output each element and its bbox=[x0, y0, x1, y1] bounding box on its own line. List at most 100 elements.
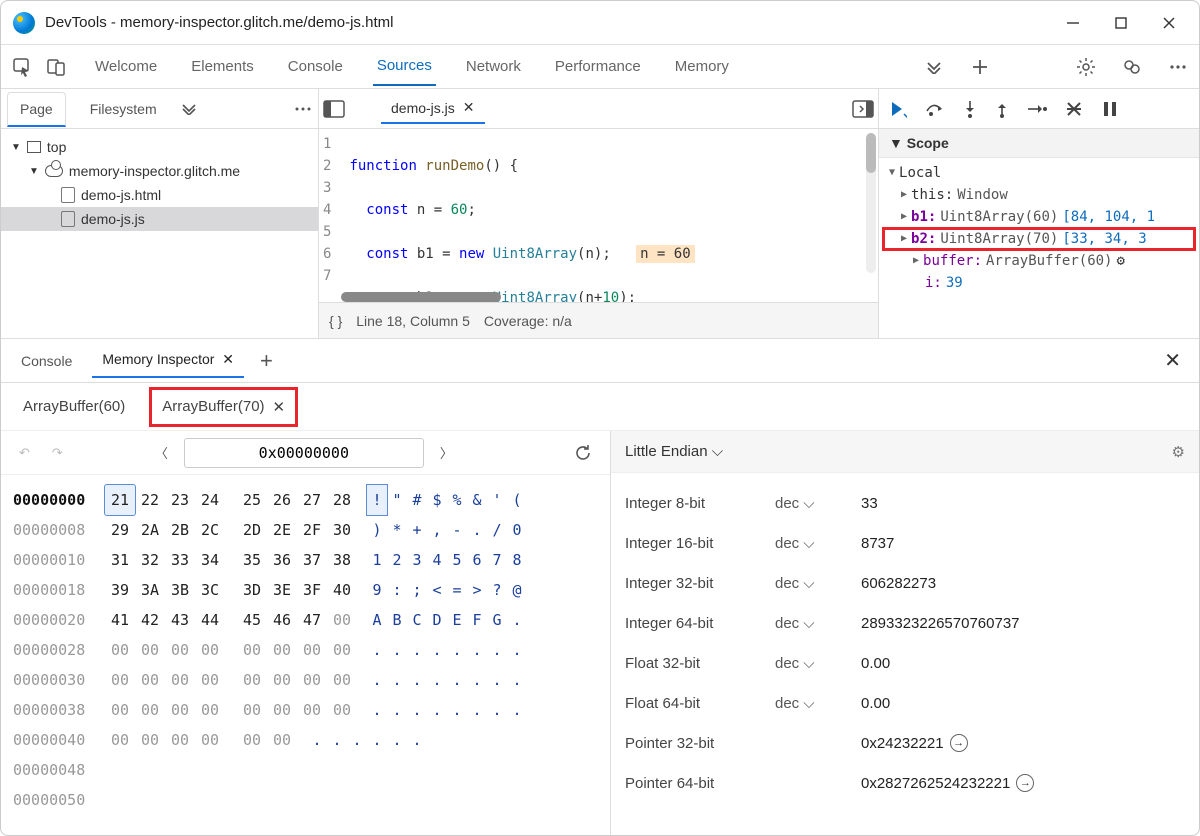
ascii-char[interactable]: . bbox=[407, 725, 427, 755]
hex-byte[interactable]: 2B bbox=[165, 515, 195, 545]
main-tab-console[interactable]: Console bbox=[284, 48, 347, 85]
code-editor[interactable]: 1234567 function runDemo() { const n = 6… bbox=[319, 129, 878, 302]
hex-byte[interactable]: 22 bbox=[135, 485, 165, 515]
ascii-char[interactable]: 7 bbox=[487, 545, 507, 575]
scope-var-b2[interactable]: ▶b2: Uint8Array(70) [33, 34, 3 bbox=[883, 228, 1195, 250]
hex-byte[interactable]: 3F bbox=[297, 575, 327, 605]
hex-byte[interactable]: 00 bbox=[105, 665, 135, 695]
more-tabs-icon[interactable] bbox=[921, 54, 947, 80]
ascii-char[interactable]: F bbox=[467, 605, 487, 635]
hex-byte[interactable]: 00 bbox=[195, 695, 225, 725]
ascii-char[interactable]: . bbox=[507, 665, 527, 695]
ascii-char[interactable]: 2 bbox=[387, 545, 407, 575]
hex-byte[interactable]: 39 bbox=[105, 575, 135, 605]
ascii-char[interactable]: . bbox=[427, 665, 447, 695]
hex-byte[interactable]: 3D bbox=[237, 575, 267, 605]
ascii-char[interactable]: . bbox=[427, 695, 447, 725]
main-tab-memory[interactable]: Memory bbox=[671, 48, 733, 85]
hex-byte[interactable]: 00 bbox=[105, 725, 135, 755]
hex-byte[interactable]: 00 bbox=[237, 665, 267, 695]
hex-byte[interactable]: 45 bbox=[237, 605, 267, 635]
hex-byte[interactable]: 23 bbox=[165, 485, 195, 515]
hex-byte[interactable]: 27 bbox=[297, 485, 327, 515]
main-tab-network[interactable]: Network bbox=[462, 48, 525, 85]
ascii-char[interactable]: . bbox=[327, 725, 347, 755]
ascii-char[interactable]: A bbox=[367, 605, 387, 635]
hex-byte[interactable]: 32 bbox=[135, 545, 165, 575]
ascii-char[interactable]: . bbox=[387, 725, 407, 755]
ascii-char[interactable]: . bbox=[387, 695, 407, 725]
history-forward-icon[interactable]: ↷ bbox=[46, 441, 69, 465]
ascii-char[interactable]: 6 bbox=[467, 545, 487, 575]
deactivate-breakpoints-icon[interactable] bbox=[1065, 100, 1083, 118]
main-tab-performance[interactable]: Performance bbox=[551, 48, 645, 85]
close-tab-icon[interactable]: ✕ bbox=[463, 99, 475, 116]
add-tab-icon[interactable] bbox=[967, 54, 993, 80]
hex-byte[interactable]: 3C bbox=[195, 575, 225, 605]
value-format-select[interactable]: dec ⌵ bbox=[775, 655, 861, 672]
ascii-char[interactable]: ( bbox=[507, 485, 527, 515]
hex-byte[interactable]: 26 bbox=[267, 485, 297, 515]
ascii-char[interactable]: . bbox=[447, 635, 467, 665]
ascii-char[interactable]: & bbox=[467, 485, 487, 515]
hex-byte[interactable]: 00 bbox=[237, 695, 267, 725]
ascii-char[interactable]: . bbox=[507, 695, 527, 725]
hex-byte[interactable]: 00 bbox=[135, 665, 165, 695]
buffer-tab-60[interactable]: ArrayBuffer(60) bbox=[13, 390, 135, 423]
more-subtabs-icon[interactable] bbox=[181, 103, 197, 115]
ascii-char[interactable]: . bbox=[467, 635, 487, 665]
hex-byte[interactable]: 00 bbox=[237, 635, 267, 665]
hex-byte[interactable]: 25 bbox=[237, 485, 267, 515]
settings-icon[interactable] bbox=[1073, 54, 1099, 80]
hex-byte[interactable]: 3A bbox=[135, 575, 165, 605]
hex-byte[interactable]: 41 bbox=[105, 605, 135, 635]
ascii-char[interactable]: . bbox=[347, 725, 367, 755]
ascii-char[interactable]: . bbox=[487, 695, 507, 725]
toggle-navigator-icon[interactable] bbox=[323, 100, 345, 118]
add-drawer-tab-icon[interactable]: + bbox=[254, 348, 279, 374]
ascii-char[interactable]: ; bbox=[407, 575, 427, 605]
address-input[interactable] bbox=[184, 438, 424, 468]
minimize-button[interactable] bbox=[1063, 13, 1083, 33]
ascii-char[interactable]: E bbox=[447, 605, 467, 635]
hex-byte[interactable]: 2A bbox=[135, 515, 165, 545]
ascii-char[interactable]: . bbox=[467, 515, 487, 545]
hex-byte[interactable]: 00 bbox=[135, 635, 165, 665]
hex-byte[interactable]: 28 bbox=[327, 485, 357, 515]
more-options-icon[interactable] bbox=[1165, 54, 1191, 80]
hex-byte[interactable]: 00 bbox=[327, 665, 357, 695]
hex-byte[interactable]: 00 bbox=[237, 725, 267, 755]
hex-byte[interactable]: 42 bbox=[135, 605, 165, 635]
tree-file-js[interactable]: demo-js.js bbox=[1, 207, 318, 231]
tree-node-origin[interactable]: ▼memory-inspector.glitch.me bbox=[1, 159, 318, 183]
device-toolbar-icon[interactable] bbox=[43, 54, 69, 80]
close-drawer-icon[interactable]: ✕ bbox=[1156, 348, 1189, 373]
filesystem-tab[interactable]: Filesystem bbox=[78, 93, 169, 125]
buffer-tab-70[interactable]: ArrayBuffer(70)✕ bbox=[149, 387, 298, 427]
ascii-char[interactable]: . bbox=[447, 695, 467, 725]
ascii-char[interactable]: C bbox=[407, 605, 427, 635]
ascii-char[interactable]: * bbox=[387, 515, 407, 545]
hex-byte[interactable]: 00 bbox=[297, 665, 327, 695]
ascii-char[interactable]: 1 bbox=[367, 545, 387, 575]
prev-page-icon[interactable]: 〈 bbox=[149, 439, 174, 466]
ascii-char[interactable]: . bbox=[507, 635, 527, 665]
close-window-button[interactable] bbox=[1159, 13, 1179, 33]
hex-byte[interactable]: 00 bbox=[267, 725, 297, 755]
jump-to-address-icon[interactable]: → bbox=[950, 734, 968, 752]
ascii-char[interactable]: 0 bbox=[507, 515, 527, 545]
hex-byte[interactable]: 40 bbox=[327, 575, 357, 605]
ascii-char[interactable]: - bbox=[447, 515, 467, 545]
hex-byte[interactable]: 00 bbox=[297, 635, 327, 665]
vertical-scrollbar[interactable] bbox=[866, 133, 876, 273]
hex-byte[interactable]: 00 bbox=[297, 695, 327, 725]
ascii-char[interactable]: D bbox=[427, 605, 447, 635]
ascii-char[interactable]: . bbox=[307, 725, 327, 755]
ascii-char[interactable]: 5 bbox=[447, 545, 467, 575]
history-back-icon[interactable]: ↶ bbox=[13, 441, 36, 465]
ascii-char[interactable]: . bbox=[487, 635, 507, 665]
ascii-char[interactable]: . bbox=[407, 695, 427, 725]
value-format-select[interactable]: dec ⌵ bbox=[775, 495, 861, 512]
value-settings-icon[interactable]: ⚙ bbox=[1172, 443, 1185, 461]
ascii-char[interactable]: B bbox=[387, 605, 407, 635]
